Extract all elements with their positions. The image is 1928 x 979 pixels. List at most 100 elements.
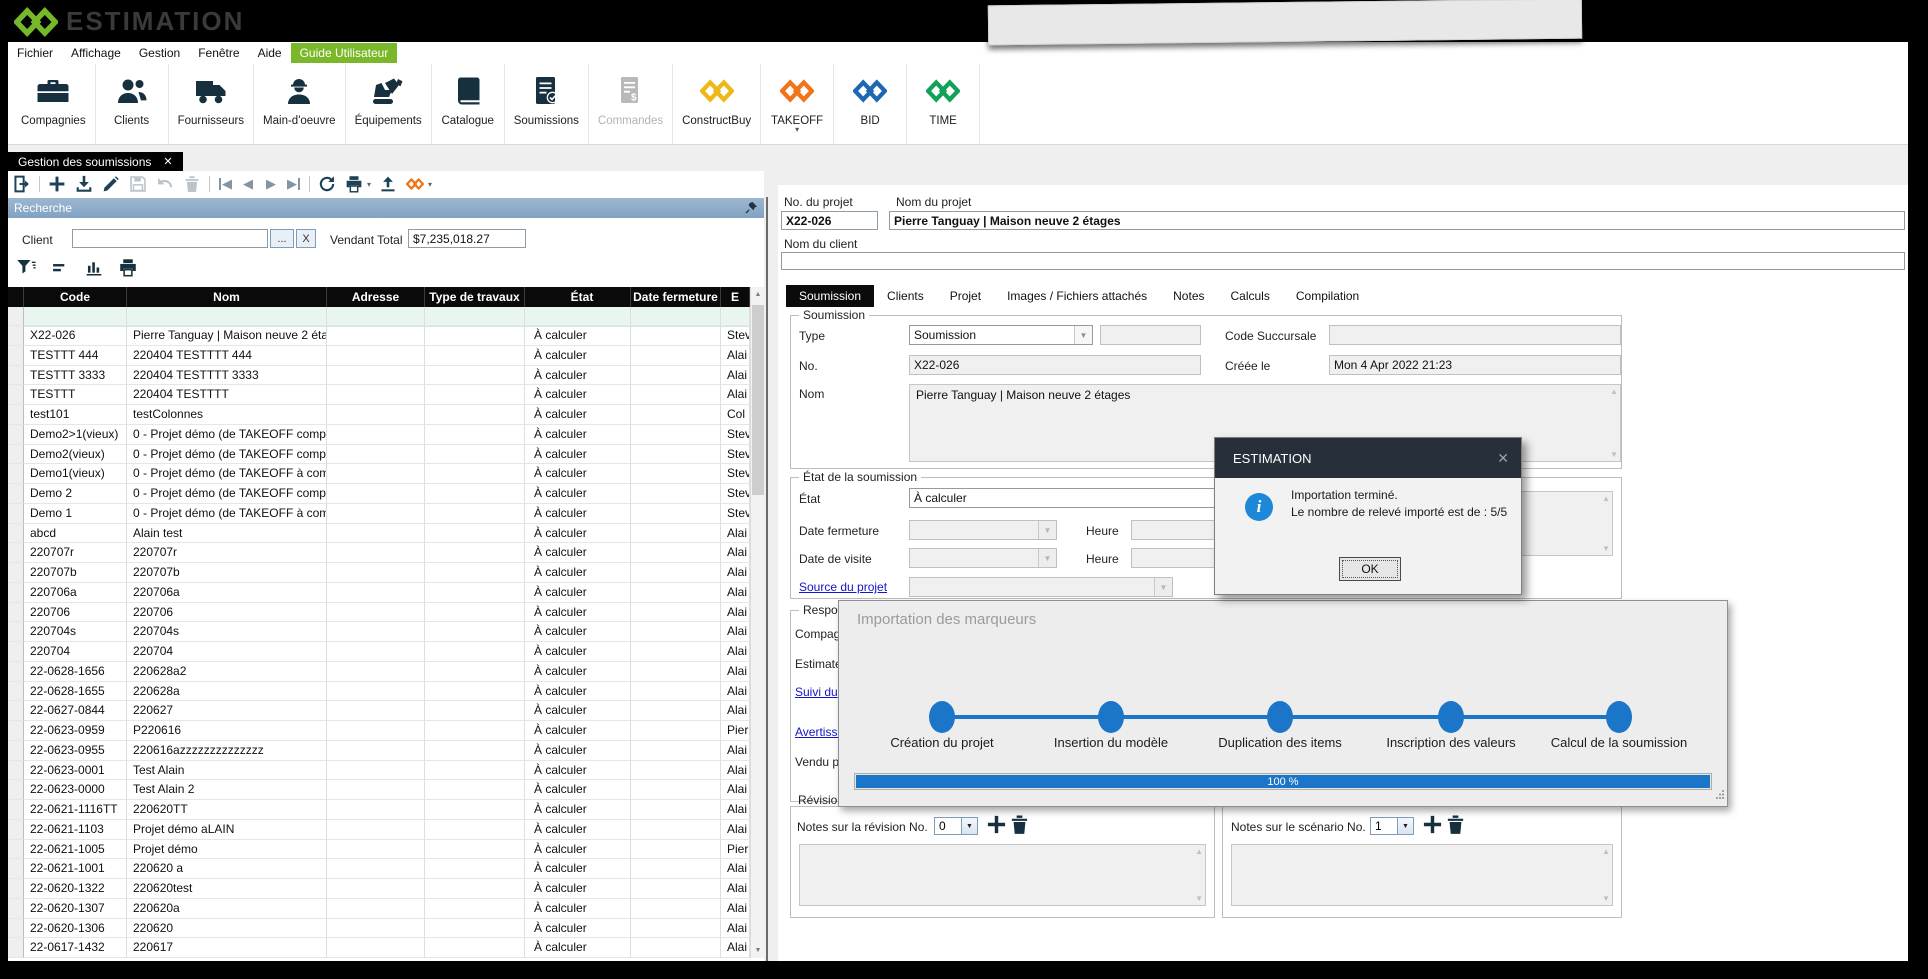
edit-icon[interactable] <box>101 174 121 194</box>
table-row[interactable]: TESTTT 444220404 TESTTTT 444À calculerAl… <box>8 346 750 366</box>
table-row[interactable]: 22-0628-1655220628aÀ calculerAlai <box>8 682 750 702</box>
delete-revision-button[interactable] <box>1009 814 1030 835</box>
table-row[interactable]: 22-0623-0000Test Alain 2À calculerAlai <box>8 780 750 800</box>
client-nom-value[interactable] <box>781 252 1905 270</box>
toolbar-item-catalogue[interactable]: Catalogue <box>432 64 505 144</box>
table-row[interactable]: TESTTT220404 TESTTTTÀ calculerAlai <box>8 385 750 405</box>
menu-fenetre[interactable]: Fenêtre <box>189 43 248 63</box>
scrollbar-thumb[interactable] <box>752 305 764 495</box>
panel-splitter[interactable] <box>766 197 768 961</box>
filter-row[interactable] <box>8 307 750 327</box>
table-row[interactable]: 22-0627-0844220627À calculerAlai <box>8 701 750 721</box>
source-du-projet-link[interactable]: Source du projet <box>799 580 887 594</box>
scroll-down-icon[interactable]: ▼ <box>751 943 765 958</box>
scroll-down-icon[interactable]: ▼ <box>1610 450 1618 459</box>
table-row[interactable]: 22-0620-1307220620aÀ calculerAlai <box>8 899 750 919</box>
menu-aide[interactable]: Aide <box>249 43 291 63</box>
table-row[interactable]: 22-0617-1432220617À calculerAlai <box>8 938 750 958</box>
table-scrollbar[interactable]: ▲ ▼ <box>750 287 765 958</box>
toolbar-item-time[interactable]: TIME <box>907 64 980 144</box>
scroll-down-icon[interactable]: ▼ <box>1602 894 1610 903</box>
table-row[interactable]: 220707r220707rÀ calculerAlai <box>8 543 750 563</box>
toolbar-item-main-doeuvre[interactable]: Main-d'oeuvre <box>254 64 346 144</box>
menu-guide-utilisateur[interactable]: Guide Utilisateur <box>291 43 398 63</box>
add-revision-button[interactable] <box>986 814 1007 835</box>
table-row[interactable]: 22-0620-1322220620testÀ calculerAlai <box>8 879 750 899</box>
table-row[interactable]: 220704220704À calculerAlai <box>8 642 750 662</box>
delete-scenario-button[interactable] <box>1445 814 1466 835</box>
scroll-down-icon[interactable]: ▼ <box>1602 544 1610 553</box>
revision-notes-textarea[interactable]: ▲ ▼ <box>799 844 1206 906</box>
table-row[interactable]: X22-026Pierre Tanguay | Maison neuve 2 é… <box>8 326 750 346</box>
toolbar-item-bid[interactable]: BID <box>834 64 907 144</box>
header-estimateur[interactable]: E <box>721 287 750 307</box>
scenario-notes-textarea[interactable]: ▲ ▼ <box>1231 844 1613 906</box>
table-row[interactable]: 22-0620-1306220620À calculerAlai <box>8 919 750 939</box>
nav-prev-icon[interactable]: ◀ <box>240 174 256 194</box>
table-row[interactable]: 22-0621-1116TT220620TTÀ calculerAlai <box>8 800 750 820</box>
header-type-de-travaux[interactable]: Type de travaux <box>425 287 525 307</box>
ok-button[interactable]: OK <box>1339 557 1401 581</box>
import-icon[interactable] <box>74 174 94 194</box>
resize-grip-icon[interactable] <box>1715 786 1725 804</box>
tab-compilation[interactable]: Compilation <box>1283 285 1372 307</box>
table-row[interactable]: Demo1(vieux)0 - Projet démo (de TAKEOFF … <box>8 464 750 484</box>
dialog-title-bar[interactable]: ESTIMATION ✕ <box>1215 438 1521 478</box>
scroll-up-icon[interactable]: ▲ <box>1602 847 1610 856</box>
table-row[interactable]: Demo2>1(vieux)0 - Projet démo (de TAKEOF… <box>8 425 750 445</box>
table-row[interactable]: 22-0623-0955220616azzzzzzzzzzzzzzÀ calcu… <box>8 741 750 761</box>
table-row[interactable]: 220706220706À calculerAlai <box>8 603 750 623</box>
nav-first-icon[interactable]: ◀ <box>217 174 233 194</box>
toolbar-item-clients[interactable]: Clients <box>96 64 169 144</box>
print-icon[interactable] <box>118 257 138 277</box>
table-row[interactable]: 22-0621-1005Projet démoÀ calculerPier <box>8 840 750 860</box>
tab-clients[interactable]: Clients <box>874 285 937 307</box>
table-row[interactable]: 22-0623-0001Test AlainÀ calculerAlai <box>8 761 750 781</box>
pin-icon[interactable] <box>745 201 758 217</box>
tab-notes[interactable]: Notes <box>1160 285 1217 307</box>
toolbar-item-fournisseurs[interactable]: Fournisseurs <box>169 64 254 144</box>
scenario-number-select[interactable]: 1 ▼ <box>1370 817 1414 835</box>
table-row[interactable]: Demo2(vieux)0 - Projet démo (de TAKEOFF … <box>8 445 750 465</box>
dropdown-caret-icon[interactable]: ▾ <box>367 180 371 189</box>
tab-images-fichiers[interactable]: Images / Fichiers attachés <box>994 285 1160 307</box>
projet-no-value[interactable]: X22-026 <box>781 211 878 230</box>
client-browse-button[interactable]: ... <box>270 229 294 248</box>
tab-projet[interactable]: Projet <box>937 285 994 307</box>
upload-icon[interactable] <box>378 174 398 194</box>
table-row[interactable]: test101testColonnesÀ calculerCol <box>8 405 750 425</box>
table-row[interactable]: TESTTT 3333220404 TESTTTT 3333À calculer… <box>8 366 750 386</box>
header-adresse[interactable]: Adresse <box>327 287 425 307</box>
type-select[interactable]: Soumission ▼ <box>909 325 1093 345</box>
toolbar-item-takeoff[interactable]: TAKEOFF▾ <box>761 64 834 144</box>
toolbar-item-soumissions[interactable]: Soumissions <box>505 64 589 144</box>
table-row[interactable]: abcdAlain testÀ calculerAlai <box>8 524 750 544</box>
dropdown-caret-icon[interactable]: ▾ <box>428 180 432 189</box>
header-code[interactable]: Code <box>24 287 127 307</box>
menu-affichage[interactable]: Affichage <box>62 43 130 63</box>
header-nom[interactable]: Nom <box>127 287 327 307</box>
header-date-fermeture[interactable]: Date fermeture <box>631 287 721 307</box>
scroll-up-icon[interactable]: ▲ <box>1602 494 1610 503</box>
toolbar-item-constructbuy[interactable]: ConstructBuy <box>673 64 761 144</box>
refresh-icon[interactable] <box>317 174 337 194</box>
client-input[interactable] <box>72 229 268 248</box>
add-scenario-button[interactable] <box>1422 814 1443 835</box>
chart-icon[interactable] <box>84 257 104 277</box>
exit-icon[interactable] <box>12 174 32 194</box>
table-row[interactable]: 220706a220706aÀ calculerAlai <box>8 583 750 603</box>
scroll-up-icon[interactable]: ▲ <box>751 287 765 302</box>
header-etat[interactable]: État <box>525 287 631 307</box>
table-row[interactable]: 220704s220704sÀ calculerAlai <box>8 622 750 642</box>
add-icon[interactable] <box>47 174 67 194</box>
menu-gestion[interactable]: Gestion <box>130 43 189 63</box>
avertissement-link[interactable]: Avertisse <box>795 725 844 739</box>
tab-soumission[interactable]: Soumission <box>786 285 874 307</box>
toolbar-item-equipements[interactable]: Équipements <box>346 64 432 144</box>
filter-icon[interactable] <box>16 257 36 277</box>
nav-next-icon[interactable]: ▶ <box>263 174 279 194</box>
scroll-down-icon[interactable]: ▼ <box>1195 894 1203 903</box>
rows-icon[interactable] <box>50 257 70 277</box>
close-dialog-icon[interactable]: ✕ <box>1497 450 1509 467</box>
chevron-down-icon[interactable]: ▼ <box>1074 326 1092 344</box>
